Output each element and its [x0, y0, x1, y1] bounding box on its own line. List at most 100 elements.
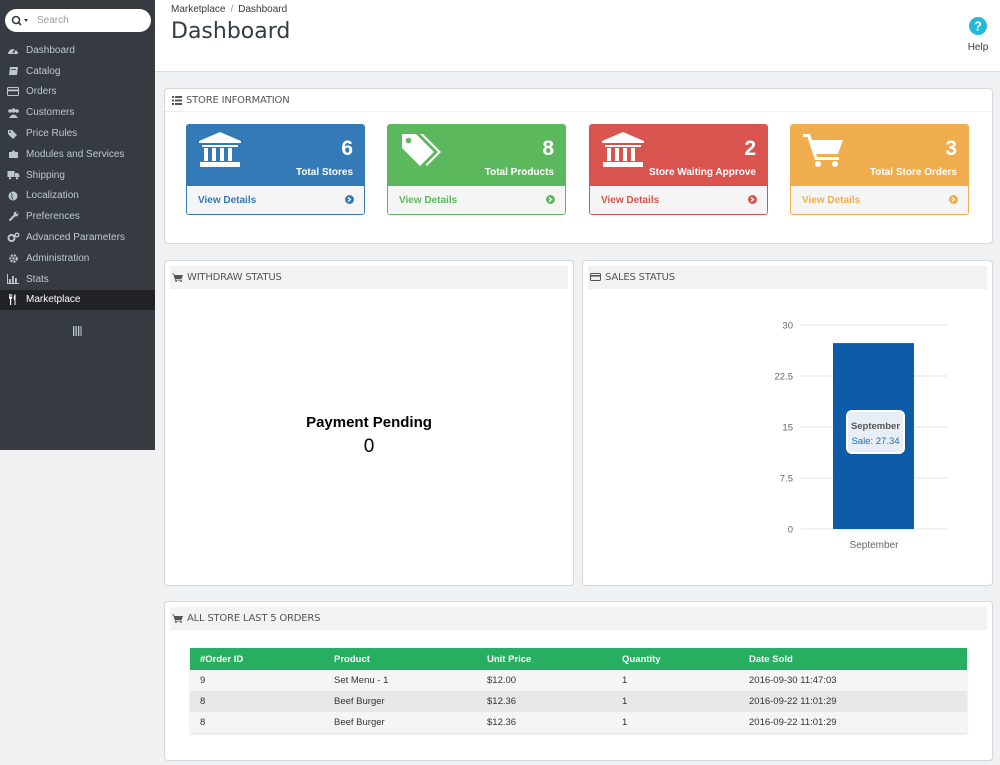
view-details-label: View Details: [802, 195, 861, 206]
y-tick-label: 30: [782, 321, 793, 332]
card-caption: Store Waiting Approve: [648, 167, 756, 178]
cell-date-sold: 2016-09-30 11:47:03: [739, 670, 967, 691]
cogs-icon: [0, 232, 26, 243]
cell-unit-price: $12.36: [477, 712, 612, 733]
sidebar-item-modules[interactable]: Modules and Services: [0, 144, 155, 165]
panel-title: Withdraw Status: [187, 271, 282, 283]
sidebar-item-label: Catalog: [26, 65, 61, 77]
arrow-circle-right-icon: [949, 194, 958, 207]
view-details-link[interactable]: View Details: [187, 186, 364, 214]
y-tick-label: 15: [782, 423, 793, 434]
card-caption: Total Store Orders: [869, 167, 957, 178]
search-input[interactable]: [37, 10, 141, 31]
sidebar-item-label: Marketplace: [26, 294, 81, 306]
cell-date-sold: 2016-09-22 11:01:29: [739, 712, 967, 733]
card-count: 6: [341, 137, 353, 160]
sidebar-item-catalog[interactable]: Catalog: [0, 61, 155, 82]
tags-icon: [0, 129, 26, 139]
view-details-label: View Details: [601, 195, 660, 206]
panel-title: Store Information: [186, 94, 290, 106]
cell-product: Beef Burger: [324, 712, 477, 733]
cell-quantity: 1: [612, 691, 739, 712]
cell-unit-price: $12.36: [477, 691, 612, 712]
search-box: [5, 9, 151, 32]
puzzle-icon: [0, 149, 26, 159]
column-header-unit-price[interactable]: Unit Price: [477, 648, 612, 670]
breadcrumb-item: Dashboard: [238, 4, 288, 15]
table-header-row: #Order ID Product Unit Price Quantity Da…: [190, 648, 967, 670]
column-header-product[interactable]: Product: [324, 648, 477, 670]
bar-chart-icon: [0, 274, 26, 285]
sidebar-item-customers[interactable]: Customers: [0, 102, 155, 123]
view-details-link[interactable]: View Details: [388, 186, 565, 214]
search-icon[interactable]: [5, 9, 37, 32]
sidebar-item-localization[interactable]: Localization: [0, 186, 155, 207]
gear-icon: [0, 253, 26, 264]
cart-icon: [172, 614, 183, 623]
column-header-quantity[interactable]: Quantity: [612, 648, 739, 670]
sidebar-item-label: Price Rules: [26, 128, 78, 140]
arrow-circle-right-icon: [748, 194, 757, 207]
panel-heading: Store Information: [165, 89, 992, 112]
dashboard-icon: [0, 45, 26, 55]
sidebar-item-administration[interactable]: Administration: [0, 248, 155, 269]
cell-order-id: 9: [190, 670, 324, 691]
card-top: 3 Total Store Orders: [791, 125, 968, 186]
payment-pending-label: Payment Pending: [306, 414, 432, 431]
help-icon: ?: [968, 17, 988, 39]
svg-text:?: ?: [974, 19, 982, 34]
sidebar-item-shipping[interactable]: Shipping: [0, 165, 155, 186]
table-row[interactable]: 8 Beef Burger $12.36 1 2016-09-22 11:01:…: [190, 712, 967, 733]
total-store-orders-card: 3 Total Store Orders View Details: [790, 124, 969, 215]
total-products-card: 8 Total Products View Details: [387, 124, 566, 215]
cell-quantity: 1: [612, 712, 739, 733]
cutlery-icon: [0, 294, 26, 306]
help-button[interactable]: ? Help: [967, 16, 989, 53]
sidebar-item-stats[interactable]: Stats: [0, 269, 155, 290]
breadcrumb-item[interactable]: Marketplace: [171, 4, 225, 15]
sidebar-item-price-rules[interactable]: Price Rules: [0, 123, 155, 144]
card-top: 6 Total Stores: [187, 125, 364, 186]
arrow-circle-right-icon: [345, 194, 354, 207]
bank-icon: [199, 132, 241, 171]
card-count: 2: [744, 137, 756, 160]
cart-icon: [172, 273, 183, 282]
wrench-icon: [0, 211, 26, 222]
sales-status-panel: Sales Status 0 7.5 15 22.5 30 September Sept…: [582, 260, 993, 586]
cart-icon: [803, 132, 845, 171]
withdraw-status-panel: Withdraw Status Payment Pending 0: [164, 260, 574, 586]
truck-icon: [0, 170, 26, 180]
panel-heading: Withdraw Status: [170, 266, 568, 289]
card-count: 3: [945, 137, 957, 160]
sales-chart: 0 7.5 15 22.5 30 September September Sale: 2…: [775, 321, 947, 551]
table-row[interactable]: 8 Beef Burger $12.36 1 2016-09-22 11:01:…: [190, 691, 967, 712]
table-row[interactable]: 9 Set Menu - 1 $12.00 1 2016-09-30 11:47…: [190, 670, 967, 691]
cell-order-id: 8: [190, 712, 324, 733]
list-icon: [172, 95, 182, 105]
sidebar-item-label: Shipping: [26, 169, 65, 181]
y-axis-ticks: 0 7.5 15 22.5 30: [775, 321, 794, 536]
sidebar-item-marketplace[interactable]: Marketplace: [0, 289, 155, 311]
page-title: Dashboard: [171, 19, 291, 44]
column-header-date-sold[interactable]: Date Sold: [739, 648, 967, 670]
sidebar-item-dashboard[interactable]: Dashboard: [0, 40, 155, 61]
bank-icon: [602, 132, 644, 171]
sidebar-collapse-icon[interactable]: [72, 325, 82, 340]
view-details-link[interactable]: View Details: [590, 186, 767, 214]
tooltip-title: September: [851, 421, 900, 432]
column-header-order-id[interactable]: #Order ID: [190, 648, 324, 670]
view-details-link[interactable]: View Details: [791, 186, 968, 214]
card-top: 8 Total Products: [388, 125, 565, 186]
x-tick-label: September: [850, 540, 900, 551]
card-top: 2 Store Waiting Approve: [590, 125, 767, 186]
cell-unit-price: $12.00: [477, 670, 612, 691]
card-caption: Total Products: [484, 167, 554, 178]
sidebar: Dashboard Catalog Orders Customers Price…: [0, 0, 155, 450]
breadcrumb: Marketplace / Dashboard: [171, 4, 287, 15]
orders-table: #Order ID Product Unit Price Quantity Da…: [190, 648, 967, 733]
last-orders-panel: All Store Last 5 Orders #Order ID Produc…: [164, 601, 993, 761]
card-count: 8: [542, 137, 554, 160]
sidebar-item-advanced-parameters[interactable]: Advanced Parameters: [0, 227, 155, 248]
sidebar-item-orders[interactable]: Orders: [0, 82, 155, 103]
sidebar-item-preferences[interactable]: Preferences: [0, 206, 155, 227]
